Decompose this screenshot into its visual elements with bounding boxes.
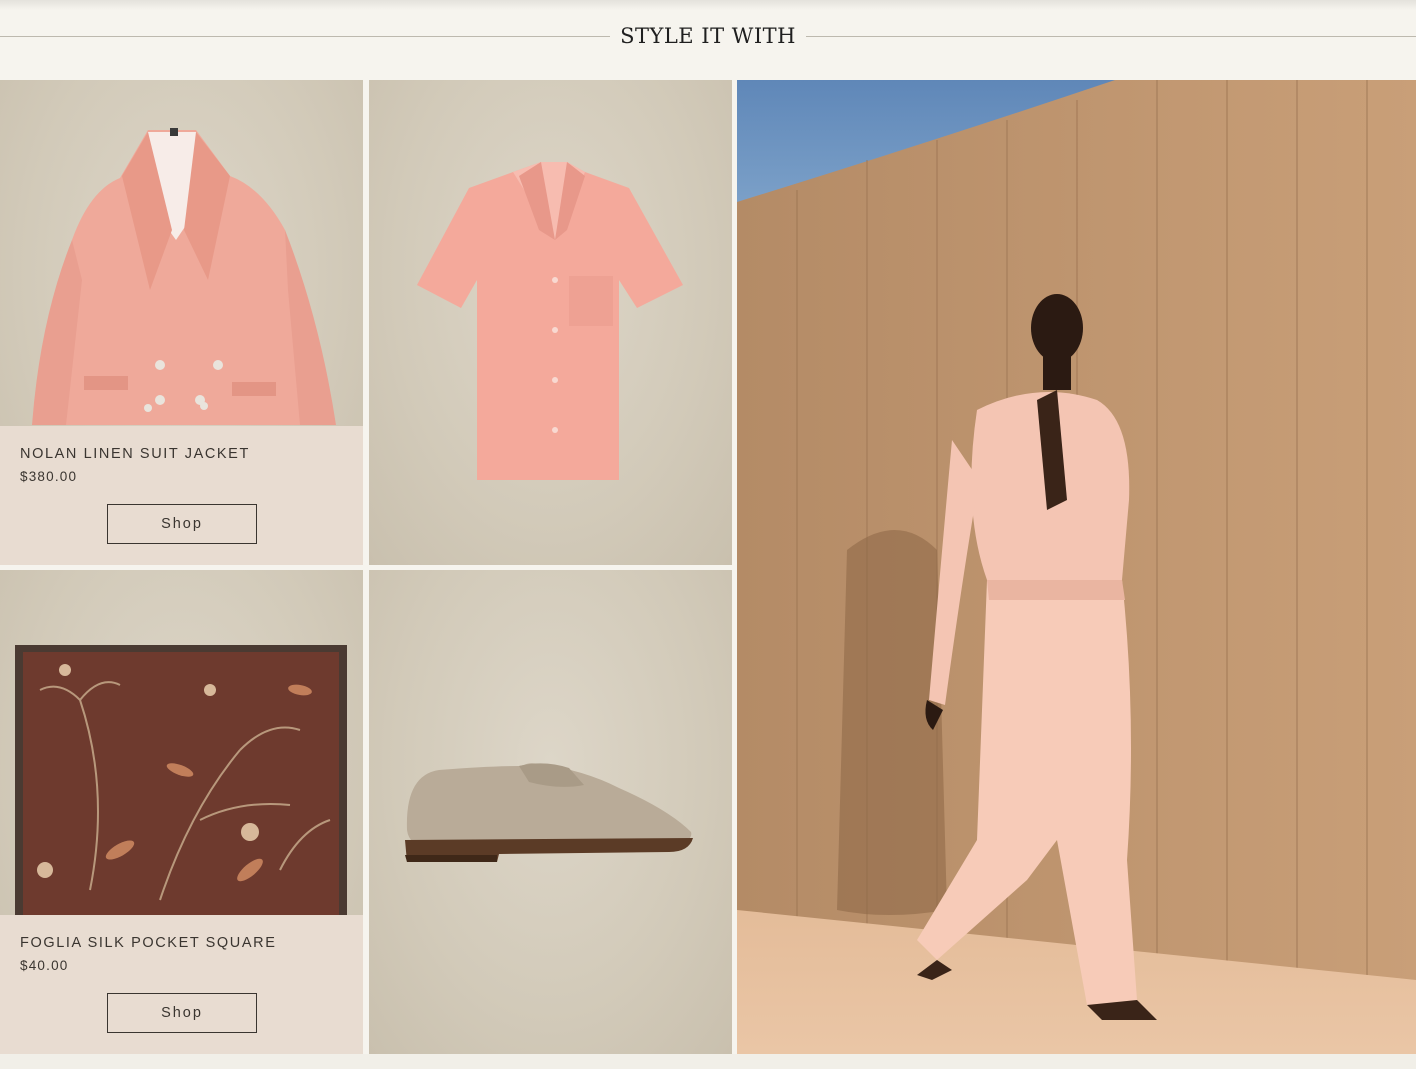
product-name: FOGLIA SILK POCKET SQUARE: [20, 935, 277, 951]
header-divider-right: [805, 35, 1416, 37]
product-card-loafer[interactable]: [369, 570, 732, 1054]
hero-image[interactable]: [737, 80, 1416, 1054]
shop-button-pocket-square[interactable]: Shop: [107, 993, 257, 1033]
section-title: STYLE IT WITH: [620, 24, 796, 48]
bottom-shade: [0, 1054, 1416, 1069]
product-price: $380.00: [20, 469, 78, 484]
product-card-shirt[interactable]: [369, 80, 732, 565]
header-divider-left: [0, 35, 611, 37]
product-info-jacket: NOLAN LINEN SUIT JACKET $380.00 Shop: [0, 426, 363, 565]
hero-lifestyle-photo[interactable]: [737, 80, 1416, 1054]
top-shade: [0, 0, 1416, 10]
loafer-image[interactable]: [369, 570, 732, 1054]
shirt-image[interactable]: [369, 80, 732, 565]
shop-button-jacket[interactable]: Shop: [107, 504, 257, 544]
pocket-square-image[interactable]: [0, 570, 363, 915]
product-price: $40.00: [20, 958, 69, 973]
product-name: NOLAN LINEN SUIT JACKET: [20, 446, 250, 462]
jacket-image[interactable]: [0, 80, 363, 426]
product-card-jacket[interactable]: NOLAN LINEN SUIT JACKET $380.00 Shop: [0, 80, 363, 565]
section-header: STYLE IT WITH: [0, 18, 1416, 54]
product-card-pocket-square[interactable]: FOGLIA SILK POCKET SQUARE $40.00 Shop: [0, 570, 363, 1054]
product-info-pocket-square: FOGLIA SILK POCKET SQUARE $40.00 Shop: [0, 915, 363, 1054]
